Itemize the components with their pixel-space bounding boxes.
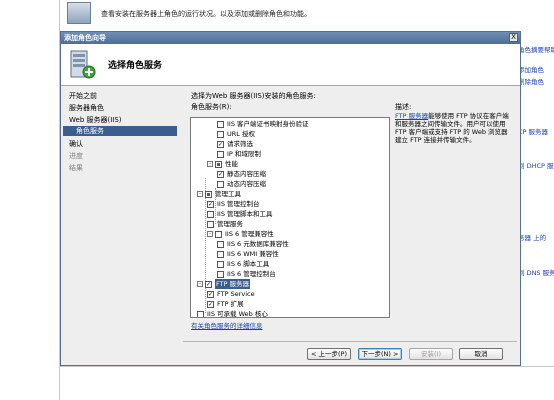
page-title: 选择角色服务 [108,61,163,71]
back-button[interactable]: < 上一步(P) [307,348,351,360]
checkbox[interactable] [205,280,212,288]
tree-item[interactable]: IIS 6 元数据库兼容性 [217,239,289,249]
checkbox[interactable] [207,220,214,228]
role-description: FTP 服务器能够使用 FTP 协议在客户端和服务器之间传输文件。用户可以使用 … [395,112,513,144]
nav-step-confirmation[interactable]: 确认 [69,139,83,149]
wizard-header: 选择角色服务 [61,44,520,86]
tree-item[interactable]: URL 授权 [217,129,255,139]
collapse-icon[interactable]: - [197,191,203,197]
go-to-dns-link[interactable]: 到 DNS 服务 [518,267,554,277]
checkbox[interactable] [217,270,224,278]
tree-item[interactable]: IIS 6 管理控制台 [217,269,276,279]
wizard-step-nav: 开始之前 服务器角色 Web 服务器(IIS) 角色服务 确认 进度 结果 [61,87,179,365]
tree-item[interactable]: 管理服务 [207,219,243,229]
nav-step-role-services[interactable]: 角色服务 [63,126,177,136]
checkbox[interactable] [217,170,224,178]
nav-step-before-you-begin[interactable]: 开始之前 [69,91,97,101]
tree-item[interactable]: 静态内容压缩 [217,169,266,179]
dialog-title: 添加角色向导 [64,34,106,42]
tree-item[interactable]: IIS 客户端证书映射身份验证 [217,119,309,129]
nav-step-progress: 进度 [69,152,83,160]
server-manager-header: 查看安装在服务器上角色的运行状况。以及添加或删除角色和功能。 [0,0,554,30]
footer-separator [183,341,517,342]
role-services-label: 角色服务(R): [191,103,232,111]
description-link[interactable]: FTP 服务器 [395,112,428,120]
tree-item[interactable]: 请求筛选 [217,139,253,149]
checkbox[interactable] [217,140,224,148]
install-button: 安装(I) [409,348,453,360]
server-manager-description: 查看安装在服务器上角色的运行状况。以及添加或删除角色和功能。 [101,10,311,18]
checkbox[interactable] [217,180,224,188]
server-link[interactable]: 务器 上的 [518,232,546,242]
checkbox[interactable] [207,210,214,218]
tree-item[interactable]: 动态内容压缩 [217,179,266,189]
dialog-titlebar: 添加角色向导 X [61,32,520,44]
checkbox[interactable] [215,160,222,168]
more-info-link[interactable]: 有关角色服务的详细信息 [191,320,263,330]
checkbox[interactable] [215,230,222,238]
role-services-tree[interactable]: IIS 客户端证书映射身份验证 URL 授权 请求筛选 IP 和域限制 - 性能… [190,117,390,318]
dhcp-server-link[interactable]: CP 服务器 [518,126,548,136]
tree-item-ftp-server[interactable]: - FTP 服务器 [197,279,251,289]
description-label: 描述: [395,103,412,111]
tree-item[interactable]: IIS 可承载 Web 核心 [197,309,268,317]
checkbox[interactable] [217,260,224,268]
checkbox[interactable] [217,120,224,128]
checkbox[interactable] [197,310,204,317]
checkbox[interactable] [217,240,224,248]
server-role-icon [70,50,96,79]
add-roles-wizard-dialog: 添加角色向导 X 选择角色服务 开始之前 服务器角色 Web 服务器(IIS) … [60,31,521,366]
tree-item[interactable]: IP 和域限制 [217,149,261,159]
checkbox[interactable] [207,300,214,308]
nav-step-results: 结果 [69,164,83,172]
add-roles-link[interactable]: 添加角色 [518,64,544,74]
next-button[interactable]: 下一步(N) > [358,348,402,360]
server-manager-status-area [60,366,554,400]
collapse-icon[interactable]: - [207,161,213,167]
roles-summary-help-link[interactable]: 角色摘要帮助 [518,44,554,54]
tree-item[interactable]: IIS 管理脚本和工具 [207,209,273,219]
tree-item[interactable]: - 性能 [207,159,238,169]
checkbox[interactable] [217,250,224,258]
remove-roles-link[interactable]: 删除角色 [518,76,544,86]
checkbox[interactable] [205,190,212,198]
tree-item[interactable]: IIS 6 脚本工具 [217,259,269,269]
server-manager-tree-pane [0,0,60,400]
tree-item[interactable]: FTP Service [207,289,255,299]
collapse-icon[interactable]: - [197,281,203,287]
collapse-icon[interactable]: - [207,231,213,237]
tree-item[interactable]: - 管理工具 [197,189,241,199]
go-to-dhcp-link[interactable]: 到 DHCP 服务 [518,160,554,170]
tree-item[interactable]: IIS 6 WMI 兼容性 [217,249,279,259]
nav-step-web-server-iis[interactable]: Web 服务器(IIS) [69,115,122,125]
tree-item[interactable]: - IIS 6 管理兼容性 [207,229,274,239]
close-button[interactable]: X [509,33,518,42]
checkbox[interactable] [207,200,214,208]
tree-item[interactable]: FTP 扩展 [207,299,244,309]
checkbox[interactable] [217,130,224,138]
checkbox[interactable] [207,290,214,298]
nav-step-server-roles[interactable]: 服务器角色 [69,103,104,113]
cancel-button[interactable]: 取消 [459,348,503,360]
instruction-text: 选择为Web 服务器(IIS)安装的角色服务: [191,92,316,100]
checkbox[interactable] [217,150,224,158]
tree-item[interactable]: IIS 管理控制台 [207,199,260,209]
roles-icon [67,2,91,24]
